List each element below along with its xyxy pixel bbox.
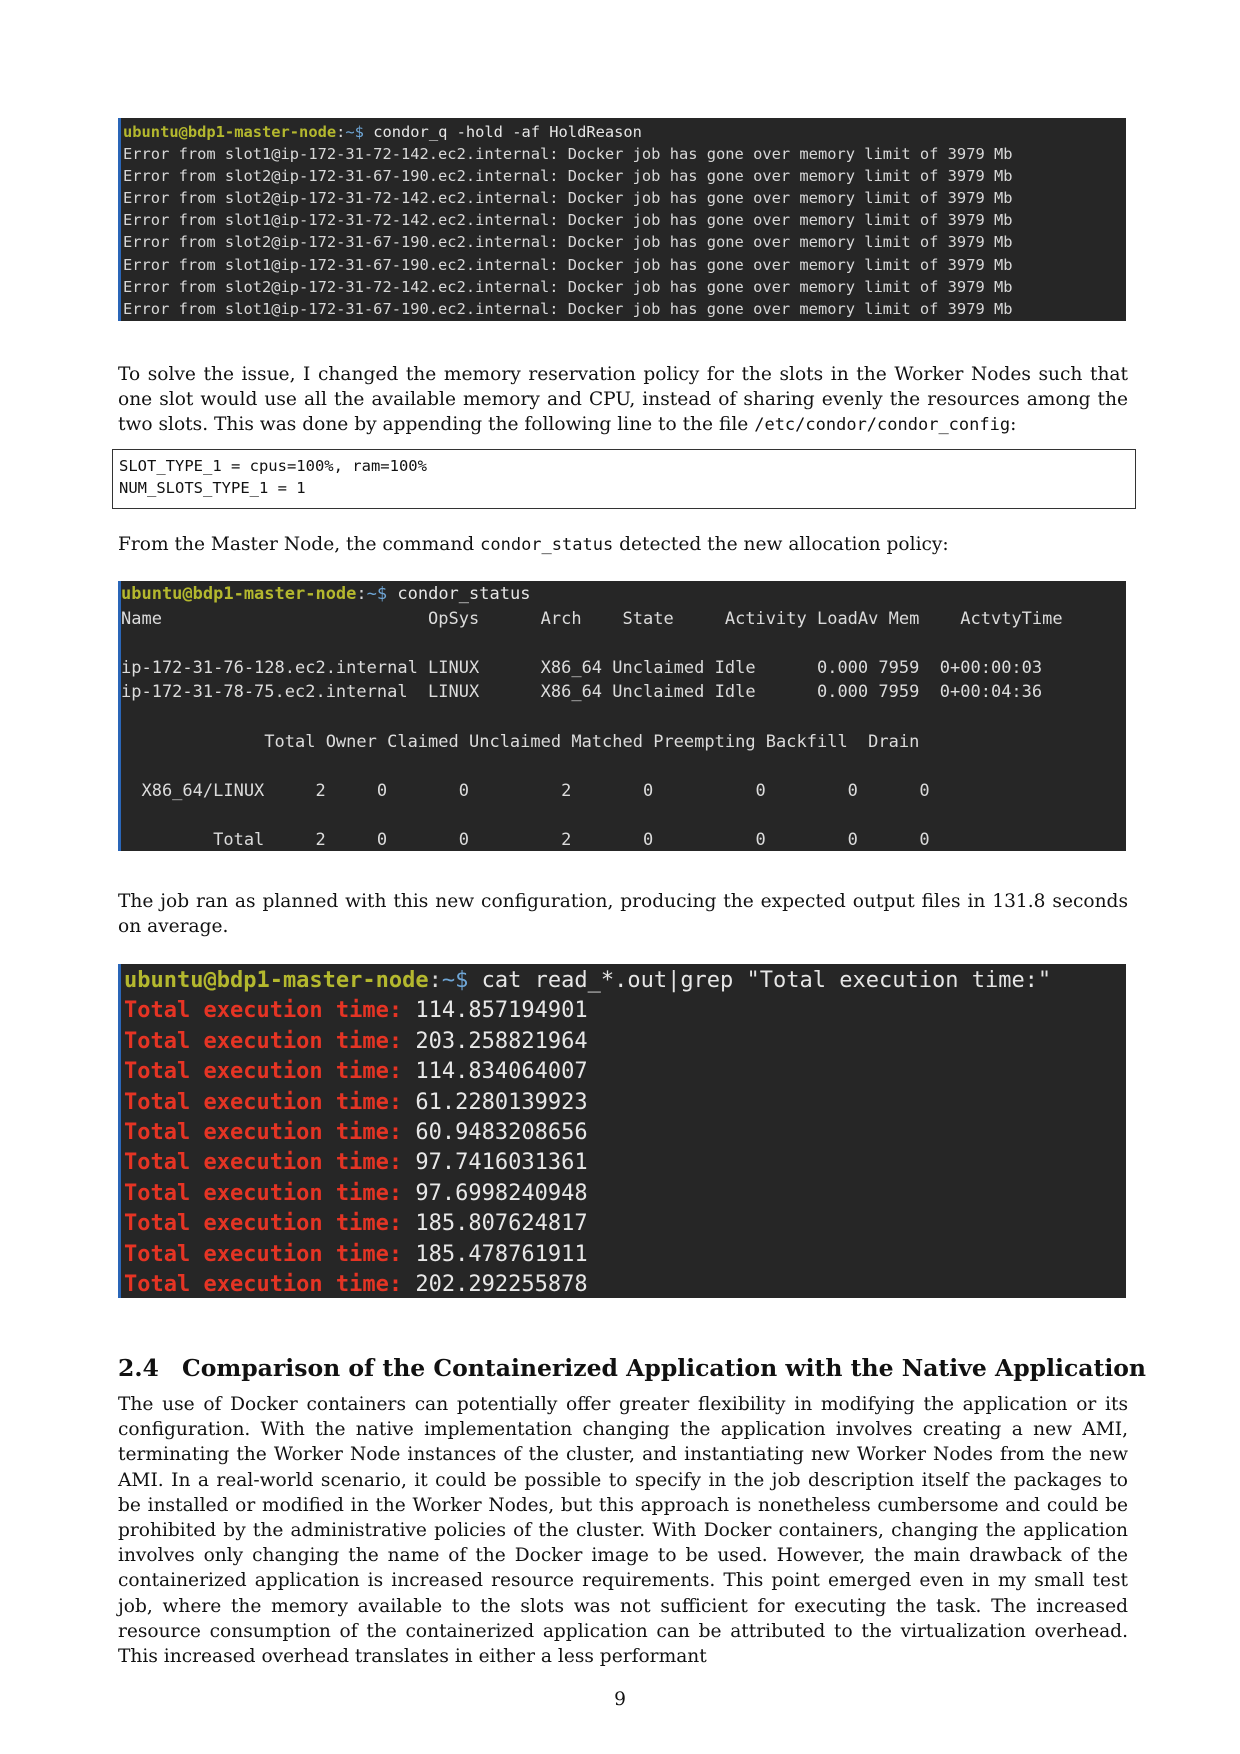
- execution-time-label: Total execution time:: [124, 1272, 403, 1298]
- inline-code-command: condor_status: [480, 535, 614, 555]
- section-heading: 2.4 Comparison of the Containerized Appli…: [118, 1354, 1146, 1382]
- execution-time-line: Total execution time: 185.807624817: [124, 1209, 1126, 1239]
- terminal-output-line: Error from slot1@ip-172-31-67-190.ec2.in…: [123, 299, 1013, 318]
- terminal-screenshot-execution-times: ubuntu@bdp1-master-node:~$ cat read_*.ou…: [118, 964, 1126, 1298]
- execution-time-value: 97.7416031361: [415, 1150, 588, 1176]
- paragraph-memory-policy: To solve the issue, I changed the memory…: [118, 362, 1128, 439]
- execution-time-line: Total execution time: 97.6998240948: [124, 1179, 1126, 1209]
- prompt-separator: :: [336, 123, 346, 141]
- execution-time-value: 114.857194901: [415, 998, 588, 1024]
- terminal-prompt-line: ubuntu@bdp1-master-node:~$ cat read_*.ou…: [124, 966, 1126, 996]
- page-number: 9: [614, 1689, 626, 1710]
- terminal-output-line: Error from slot2@ip-172-31-67-190.ec2.in…: [123, 233, 1013, 252]
- paragraph-text: detected the new allocation policy:: [613, 534, 949, 555]
- execution-time-line: Total execution time: 60.9483208656: [124, 1118, 1126, 1148]
- terminal-output-line: Error from slot1@ip-172-31-67-190.ec2.in…: [123, 255, 1013, 274]
- terminal-prompt-line: ubuntu@bdp1-master-node:~$ condor_q -hol…: [123, 121, 1126, 143]
- code-line: SLOT_TYPE_1 = cpus=100%, ram=100%: [119, 457, 427, 475]
- terminal-output-line: Error from slot2@ip-172-31-72-142.ec2.in…: [123, 189, 1013, 208]
- terminal-output-line: [121, 705, 1126, 730]
- terminal-output-line: Error from slot2@ip-172-31-72-142.ec2.in…: [123, 277, 1013, 296]
- execution-time-label: Total execution time:: [124, 1211, 403, 1237]
- terminal-output-line: Total 2 0 0 2 0 0 0 0: [121, 829, 930, 850]
- prompt-path: ~$: [366, 584, 388, 604]
- execution-time-label: Total execution time:: [124, 998, 403, 1024]
- execution-time-value: 61.2280139923: [415, 1089, 588, 1115]
- execution-time-line: Total execution time: 203.258821964: [124, 1027, 1126, 1057]
- terminal-output-line: [121, 631, 1126, 656]
- paragraph-text: From the Master Node, the command: [118, 534, 481, 555]
- execution-time-value: 114.834064007: [415, 1059, 588, 1085]
- terminal-output-line: X86_64/LINUX 2 0 0 2 0 0 0 0: [121, 780, 930, 801]
- execution-time-label: Total execution time:: [124, 1150, 403, 1176]
- prompt-separator: :: [428, 968, 442, 993]
- execution-time-value: 185.807624817: [415, 1211, 588, 1237]
- terminal-prompt-line: ubuntu@bdp1-master-node:~$ condor_status: [121, 582, 1126, 607]
- terminal-output-line: Error from slot2@ip-172-31-67-190.ec2.in…: [123, 167, 1013, 186]
- prompt-separator: :: [356, 584, 367, 604]
- execution-time-label: Total execution time:: [124, 1059, 403, 1085]
- prompt-user: ubuntu@bdp1-master-node: [123, 123, 337, 141]
- execution-time-line: Total execution time: 61.2280139923: [124, 1088, 1126, 1118]
- paragraph-comparison: The use of Docker containers can potenti…: [118, 1394, 1128, 1668]
- code-line: NUM_SLOTS_TYPE_1 = 1: [119, 479, 306, 497]
- terminal-output-line: Error from slot1@ip-172-31-72-142.ec2.in…: [123, 211, 1013, 230]
- prompt-user: ubuntu@bdp1-master-node: [121, 584, 357, 604]
- execution-time-label: Total execution time:: [124, 1028, 403, 1054]
- execution-time-line: Total execution time: 97.7416031361: [124, 1148, 1126, 1178]
- paragraph-text: :: [1010, 414, 1017, 436]
- execution-time-label: Total execution time:: [124, 1180, 403, 1206]
- inline-code-path: /etc/condor/condor_config: [754, 415, 1011, 436]
- execution-time-line: Total execution time: 114.857194901: [124, 996, 1126, 1026]
- paragraph-job-result: The job ran as planned with this new con…: [118, 891, 1128, 938]
- execution-time-value: 60.9483208656: [415, 1120, 588, 1146]
- section-number: 2.4: [118, 1354, 159, 1382]
- execution-time-line: Total execution time: 185.478761911: [124, 1240, 1126, 1270]
- execution-time-line: Total execution time: 114.834064007: [124, 1057, 1126, 1087]
- terminal-output-line: Error from slot1@ip-172-31-72-142.ec2.in…: [123, 145, 1013, 164]
- terminal-output-line: Name OpSys Arch State Activity LoadAv Me…: [121, 608, 1063, 629]
- prompt-path: ~$: [345, 123, 364, 141]
- terminal-output-line: ip-172-31-78-75.ec2.internal LINUX X86_6…: [121, 682, 1043, 703]
- terminal-output-line: ip-172-31-76-128.ec2.internal LINUX X86_…: [121, 657, 1043, 678]
- execution-time-value: 185.478761911: [415, 1241, 588, 1267]
- terminal-command: cat read_*.out|grep "Total execution tim…: [468, 968, 1052, 993]
- execution-time-value: 202.292255878: [415, 1272, 588, 1298]
- execution-time-label: Total execution time:: [124, 1089, 403, 1115]
- terminal-command: condor_status: [387, 584, 531, 604]
- terminal-output-line: [121, 754, 1126, 779]
- prompt-user: ubuntu@bdp1-master-node: [124, 968, 429, 993]
- terminal-output-line: [121, 803, 1126, 828]
- config-code-block: SLOT_TYPE_1 = cpus=100%, ram=100% NUM_SL…: [112, 449, 1136, 509]
- execution-time-value: 97.6998240948: [415, 1180, 588, 1206]
- section-title: Comparison of the Containerized Applicat…: [182, 1354, 1147, 1382]
- execution-time-value: 203.258821964: [415, 1028, 588, 1054]
- terminal-screenshot-hold-reasons: ubuntu@bdp1-master-node:~$ condor_q -hol…: [118, 118, 1126, 321]
- terminal-screenshot-condor-status: ubuntu@bdp1-master-node:~$ condor_status…: [118, 581, 1126, 851]
- execution-time-label: Total execution time:: [124, 1120, 403, 1146]
- terminal-command: condor_q -hold -af HoldReason: [363, 123, 642, 141]
- terminal-output-line: Total Owner Claimed Unclaimed Matched Pr…: [121, 731, 920, 752]
- paragraph-condor-status: From the Master Node, the command condor…: [118, 532, 1128, 558]
- execution-time-label: Total execution time:: [124, 1241, 403, 1267]
- prompt-path: ~$: [441, 968, 469, 993]
- execution-time-line: Total execution time: 202.292255878: [124, 1270, 1126, 1298]
